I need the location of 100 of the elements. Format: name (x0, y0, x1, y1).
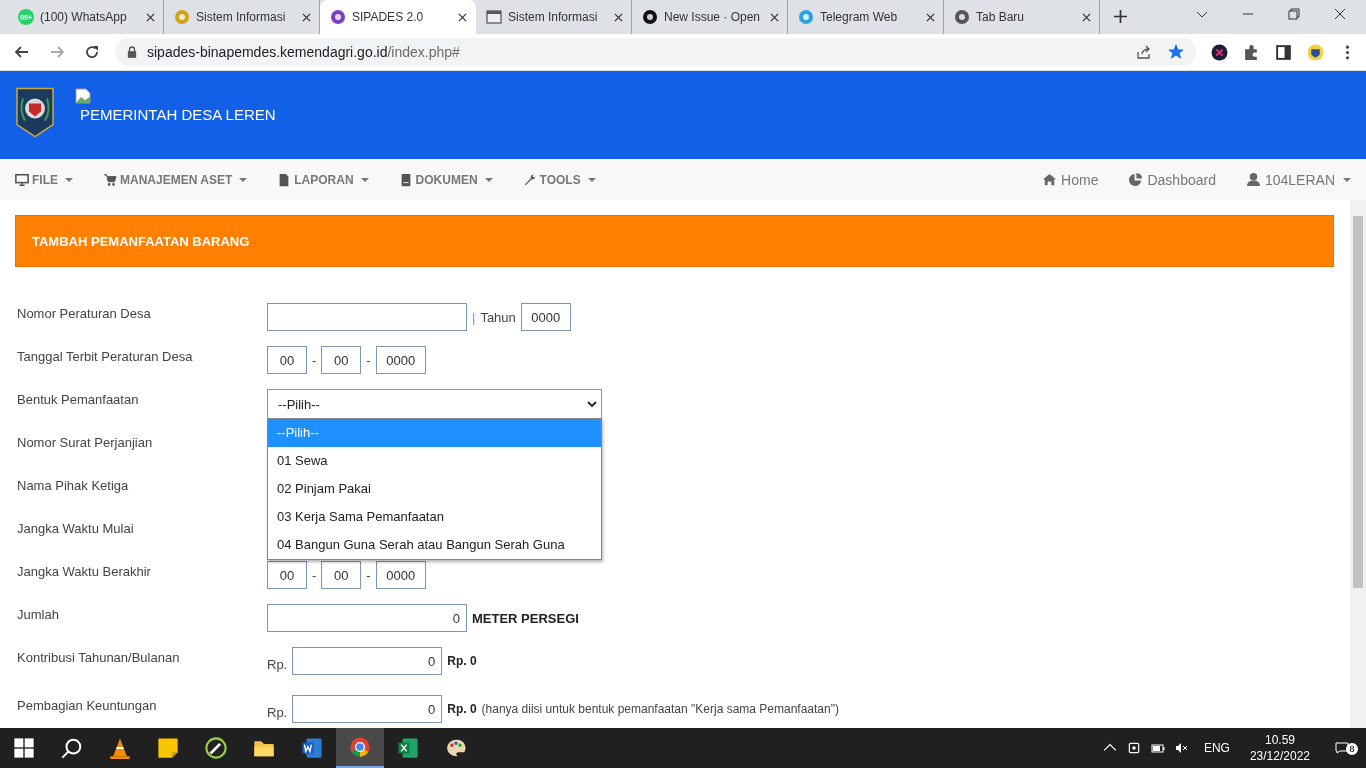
menu-item[interactable]: TOOLS (522, 172, 596, 187)
close-icon[interactable] (458, 12, 467, 22)
day-field[interactable]: 00 (267, 346, 307, 374)
paint-palette-icon[interactable] (445, 737, 467, 759)
dropdown-option[interactable]: 01 Sewa (268, 447, 601, 475)
scrollbar[interactable] (1350, 200, 1366, 728)
menu-item[interactable]: FILE (15, 172, 73, 187)
field-label: Jangka Waktu Berakhir (17, 563, 152, 579)
hint-text: (hanya diisi untuk bentuk pemanfaatan "Kerja sama Pemanfaatan") (481, 702, 839, 716)
star-icon[interactable] (1168, 44, 1184, 60)
language-indicator[interactable]: ENG (1203, 741, 1230, 755)
field-label: Pembagian Keuntungan (17, 697, 158, 713)
menu-item[interactable]: DOKUMEN (398, 172, 493, 187)
puzzle-icon[interactable] (1243, 43, 1260, 61)
menu-item[interactable]: MANAJEMEN ASET (103, 172, 248, 187)
caret-icon (360, 177, 369, 182)
extension-icon[interactable] (1211, 43, 1228, 61)
share-icon[interactable] (1136, 44, 1152, 60)
document-icon (486, 9, 502, 25)
camera-icon[interactable] (1126, 741, 1141, 755)
text-field[interactable] (267, 303, 467, 331)
close-icon[interactable] (1082, 12, 1091, 22)
number-field[interactable]: 0 (267, 604, 467, 632)
date-separator: - (312, 352, 317, 368)
year-field[interactable]: 0000 (375, 561, 426, 589)
home-icon (1042, 172, 1058, 187)
panel-heading: TAMBAH PEMANFAATAN BARANG (15, 215, 1334, 267)
pie-chart-icon (1128, 172, 1144, 187)
site-icon (954, 9, 970, 25)
close-icon[interactable] (1334, 8, 1346, 20)
lock-icon (127, 46, 137, 58)
caret-icon (587, 177, 596, 182)
site-icon (330, 9, 346, 25)
search-icon[interactable] (61, 737, 83, 759)
chevron-down-icon (587, 399, 597, 409)
browser-tab[interactable]: SIPADES 2.0 (320, 0, 476, 34)
caret-icon (239, 177, 248, 182)
sticky-note-icon[interactable] (157, 737, 179, 759)
close-icon[interactable] (302, 12, 311, 22)
user-icon (1245, 172, 1261, 187)
year-field[interactable]: 0000 (375, 346, 426, 374)
close-icon[interactable] (770, 12, 779, 22)
reload-icon[interactable] (84, 44, 100, 60)
url-path: /index.php# (387, 44, 460, 60)
day-field[interactable]: 00 (267, 561, 307, 589)
notification-button[interactable]: 8 (1330, 741, 1358, 755)
site-icon (174, 9, 190, 25)
close-icon[interactable] (614, 12, 623, 22)
nav-link[interactable]: 104LERAN (1245, 171, 1351, 188)
dropdown-option[interactable]: 03 Kerja Sama Pemanfaatan (268, 503, 601, 531)
address-bar[interactable]: sipades-binapemdes.kemendagri.go.id/index.php# (115, 38, 1196, 66)
year-field[interactable]: 0000 (520, 303, 571, 331)
chrome-icon[interactable] (349, 736, 371, 758)
amount-total: Rp. 0 (447, 654, 477, 668)
new-tab-icon[interactable] (1114, 10, 1127, 23)
back-icon[interactable] (14, 44, 30, 60)
amount-field[interactable]: 0 (292, 695, 443, 723)
field-label: Nomor Surat Perjanjian (17, 434, 154, 450)
date-separator: - (366, 567, 371, 583)
separator-text: | (472, 309, 476, 325)
clock-date: 23/12/2022 (1249, 748, 1310, 764)
chat-icon (1335, 741, 1349, 755)
dropdown-option[interactable]: 04 Bangun Guna Serah atau Bangun Serah Guna (268, 531, 601, 559)
traffic-cone-icon[interactable] (109, 737, 131, 759)
word-icon[interactable] (301, 737, 323, 759)
amount-field[interactable]: 0 (292, 647, 443, 675)
restore-icon[interactable] (1288, 8, 1300, 20)
date-separator: - (366, 352, 371, 368)
caret-icon (65, 177, 73, 182)
date-separator: - (312, 567, 317, 583)
caret-icon (1343, 177, 1351, 182)
side-panel-icon[interactable] (1275, 43, 1292, 61)
nav-link[interactable]: Dashboard (1128, 171, 1216, 188)
windows-icon[interactable] (13, 737, 35, 759)
muted-speaker-icon[interactable] (1174, 741, 1189, 755)
close-icon[interactable] (926, 12, 935, 22)
amount-total: Rp. 0 (447, 702, 477, 716)
pen-circle-icon[interactable] (205, 737, 227, 759)
menu-item[interactable]: LAPORAN (277, 172, 369, 187)
clock[interactable]: 10.59 23/12/2022 (1249, 732, 1310, 764)
unit-label: METER PERSEGI (472, 610, 579, 626)
field-label: Nomor Peraturan Desa (17, 305, 152, 321)
select-field[interactable]: --Pilih-- (267, 389, 602, 419)
profile-emblem-icon[interactable] (1307, 43, 1324, 61)
menu-glyph-icon (522, 172, 537, 187)
field-label: Tanggal Terbit Peraturan Desa (17, 348, 194, 364)
excel-icon[interactable] (397, 737, 419, 759)
clock-time: 10.59 (1264, 732, 1295, 748)
dropdown-option[interactable]: 02 Pinjam Pakai (268, 475, 601, 503)
field-label: Jumlah (17, 606, 60, 622)
battery-icon[interactable] (1150, 741, 1165, 755)
field-label: Jangka Waktu Mulai (17, 520, 135, 536)
field-label: Kontribusi Tahunan/Bulanan (17, 649, 181, 665)
month-field[interactable]: 00 (321, 561, 362, 589)
close-icon[interactable] (146, 12, 155, 22)
nav-link[interactable]: Home (1042, 171, 1099, 188)
year-label: Tahun (480, 309, 516, 325)
caret-icon (484, 177, 493, 182)
month-field[interactable]: 00 (321, 346, 362, 374)
broken-image-icon (75, 88, 91, 104)
